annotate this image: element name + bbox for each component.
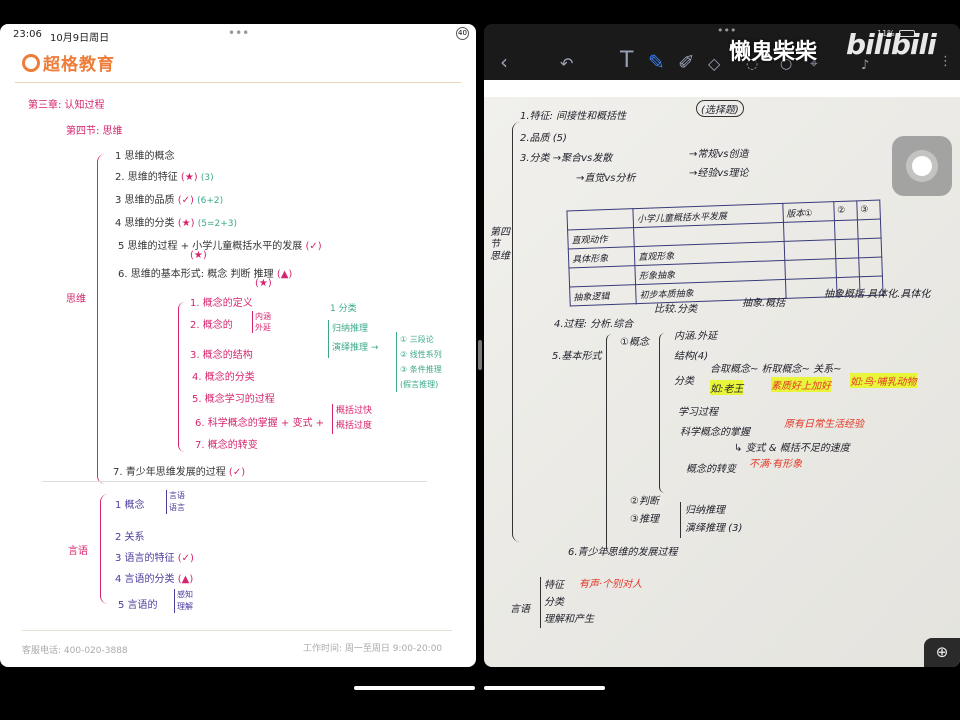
highlighted-note: 如:老王	[710, 380, 744, 395]
concept-item: 5. 概念学习的过程	[192, 394, 275, 405]
brand-logo: 超格教育	[22, 50, 115, 75]
note-text: 抽象概括 具体化.具体化	[824, 289, 931, 300]
footer-hours: 工作时间: 周一至周日 9:00-20:00	[303, 644, 443, 654]
pdf-viewer-pane: 23:06 10月9日周日 ••• 40 超格教育 第三章: 认知过程 第四节:…	[0, 24, 476, 667]
concept-brace	[178, 302, 185, 452]
more-button[interactable]: ⋮	[939, 54, 952, 69]
reasoning-sub: ① 三段论 ② 线性系列 ③ 条件推理 (假言推理)	[396, 332, 442, 392]
section-title: 第四节: 思维	[66, 126, 123, 137]
note-text: 学习过程	[678, 407, 718, 418]
footer-phone: 客服电话: 400-020-3888	[22, 646, 128, 656]
reasoning-head: 1 分类	[330, 304, 357, 314]
eraser-tool-button[interactable]: ◇	[708, 54, 720, 73]
language-sub: 感知 理解	[174, 589, 193, 613]
language-item: 2 关系	[115, 532, 145, 543]
list-item: 1 思维的概念	[115, 151, 175, 162]
concept-item: 6. 科学概念的掌握 + 变式 +	[195, 418, 325, 429]
thinking-label: 思维	[66, 294, 86, 305]
language-item: 4 言语的分类 (▲)	[115, 574, 194, 585]
list-item: 2. 思维的特征 (★) (3)	[115, 172, 214, 183]
note-text: 比较.分类	[654, 304, 698, 315]
watermark-text: 懒鬼柴柴	[729, 40, 818, 65]
note-text: →经验vs理论	[689, 168, 749, 179]
note-text: 3.分类 →聚合vs发散	[520, 153, 613, 164]
list-item: 4 思维的分类 (★) (5=2+3)	[115, 218, 237, 229]
zoom-in-icon[interactable]: ⊕	[924, 638, 960, 667]
thinking-brace	[97, 154, 105, 484]
back-button[interactable]: ‹	[500, 50, 508, 74]
note-text: →常规vs创造	[689, 149, 749, 160]
note-text: ②判断	[630, 496, 659, 507]
concept-item: 2. 概念的	[190, 320, 233, 331]
undo-button[interactable]: ↶	[560, 54, 573, 73]
note-text: 内涵.外延	[674, 331, 718, 342]
note-text: 5.基本形式	[552, 351, 602, 362]
note-text: 结构(4)	[674, 351, 709, 362]
note-text: 2.品质 (5)	[520, 133, 567, 144]
logo-icon	[22, 53, 40, 72]
note-text: 科学概念的掌握	[680, 427, 750, 438]
reasoning-items: 归纳推理 演绎推理 →	[328, 320, 378, 358]
highlighted-note: 素质好上加好	[771, 377, 831, 392]
language-label: 言语	[68, 546, 88, 557]
note-text: (选择题)	[696, 100, 744, 117]
concept-item: 7. 概念的转变	[195, 440, 258, 451]
section-divider	[42, 481, 427, 482]
status-date: 10月9日周日	[50, 33, 110, 44]
list-item: 5 思维的过程 + 小学儿童概括水平的发展 (✓)	[118, 241, 322, 252]
note-text: 分类	[674, 376, 694, 387]
section-brace	[512, 122, 520, 542]
star-mark: (★)	[190, 250, 207, 261]
home-indicator-left[interactable]	[354, 686, 475, 690]
header-divider	[15, 82, 461, 83]
note-text: 6.青少年思维的发展过程	[568, 547, 678, 558]
concept-item: 4. 概念的分类	[192, 372, 255, 383]
language-item: 1 概念	[115, 500, 145, 511]
concept-item: 3. 概念的结构	[190, 350, 253, 361]
note-text: →直觉vs分析	[576, 173, 636, 184]
footer-divider	[22, 630, 452, 631]
chapter-title: 第三章: 认知过程	[28, 100, 105, 111]
concept-sub6: 概括过快 概括过度	[332, 404, 372, 434]
split-view-divider[interactable]	[478, 340, 482, 370]
highlighter-tool-button[interactable]: ✐	[678, 50, 695, 74]
list-item: 7. 青少年思维发展的过程 (✓)	[113, 467, 246, 478]
pen-tool-button[interactable]: ✎	[648, 50, 665, 74]
handwritten-note-photo[interactable]: 第四节 思维 1.特征: 间接性和概括性 (选择题) 2.品质 (5) 3.分类…	[484, 97, 960, 667]
highlighted-note: 如:鸟·哺乳动物	[850, 373, 917, 388]
note-text: 言语	[510, 604, 530, 615]
concept-item: 1. 概念的定义	[190, 298, 253, 309]
note-text: ↳ 变式 & 概括不足的速度	[734, 443, 850, 454]
forms-brace	[606, 334, 612, 554]
language-brace	[100, 494, 108, 604]
list-item: 3 思维的品质 (✓) (6+2)	[115, 195, 224, 206]
concept-brace	[659, 333, 665, 493]
note-text: 抽象.概括	[742, 298, 786, 309]
rotation-lock-icon: 40	[456, 27, 469, 40]
note-text: 4.过程: 分析.综合	[554, 319, 634, 330]
note-text: 第四节 思维	[490, 227, 510, 262]
note-text: 原有日常生活经验	[784, 419, 864, 430]
home-indicator-right[interactable]	[484, 686, 605, 690]
multitask-dots[interactable]: •••	[228, 26, 249, 40]
language-item: 5 言语的	[118, 600, 158, 611]
note-text: 概念的转变	[686, 464, 736, 475]
note-text: 有声·个别对人	[579, 579, 643, 590]
note-text: 不满·有形象	[749, 459, 803, 470]
inference-list: 归纳推理 演绎推理 (3)	[680, 502, 742, 538]
language-sub: 言语 语言	[166, 490, 185, 514]
bilibili-logo: bilibili	[846, 28, 937, 61]
star-mark: (★)	[255, 278, 272, 289]
note-text: 合取概念~ 析取概念~ 关系~	[710, 364, 842, 375]
assistive-touch-button[interactable]	[892, 136, 952, 196]
notes-app-pane: ••• 11% ‹ ↶ T ✎ ✐ ◇ ◌ ○ ⌖ ♪ ⋮ 懒鬼柴柴 bilib…	[484, 24, 960, 667]
status-time: 23:06	[13, 29, 42, 40]
note-text: ③推理	[630, 514, 659, 525]
text-tool-button[interactable]: T	[620, 48, 633, 73]
note-text: ①概念	[620, 337, 649, 348]
language-item: 3 语言的特征 (✓)	[115, 553, 194, 564]
note-text: 1.特征: 间接性和概括性	[520, 111, 627, 122]
concept-sub: 内涵 外延	[252, 311, 271, 333]
page-top-strip	[484, 80, 960, 97]
